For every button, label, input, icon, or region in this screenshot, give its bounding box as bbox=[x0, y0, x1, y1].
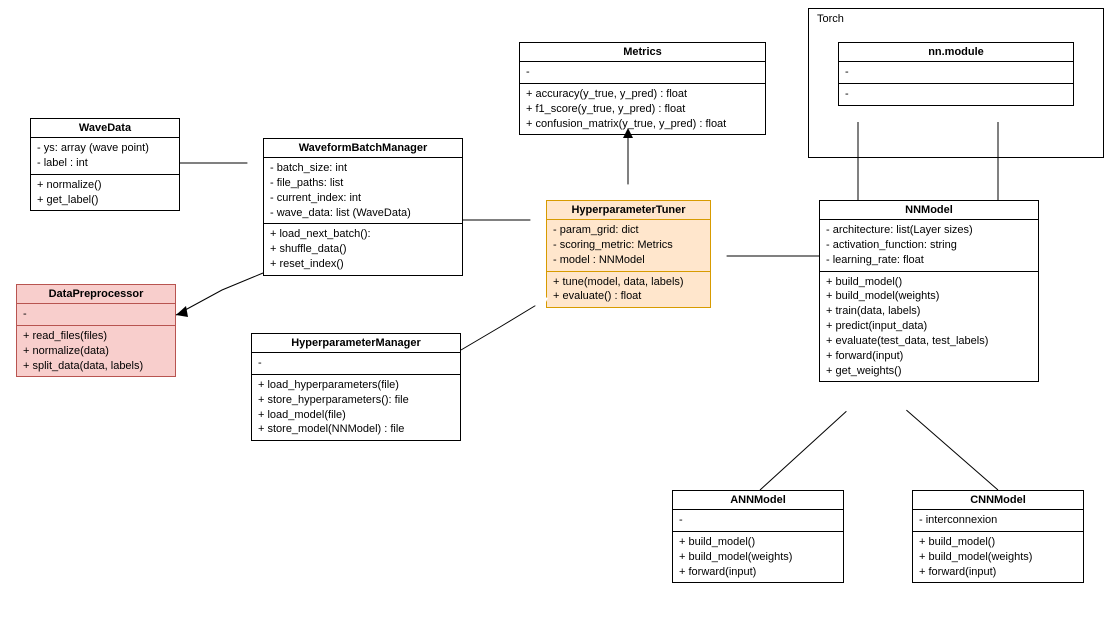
class-ops: + build_model() + build_model(weights) +… bbox=[913, 532, 1083, 583]
class-attrs: - interconnexion bbox=[913, 510, 1083, 532]
class-ops: - bbox=[839, 84, 1073, 105]
class-ops: + read_files(files) + normalize(data) + … bbox=[17, 326, 175, 377]
class-wavedata: WaveData - ys: array (wave point) - labe… bbox=[30, 118, 180, 211]
class-hyperparametermanager: HyperparameterManager - + load_hyperpara… bbox=[251, 333, 461, 441]
class-attrs: - batch_size: int - file_paths: list - c… bbox=[264, 158, 462, 224]
class-attrs: - param_grid: dict - scoring_metric: Met… bbox=[547, 220, 710, 272]
class-title: WaveData bbox=[31, 119, 179, 138]
class-ops: + normalize() + get_label() bbox=[31, 175, 179, 211]
class-ops: + load_next_batch(): + shuffle_data() + … bbox=[264, 224, 462, 275]
class-title: ANNModel bbox=[673, 491, 843, 510]
class-attrs: - bbox=[17, 304, 175, 326]
class-title: Metrics bbox=[520, 43, 765, 62]
class-nnmodel: NNModel - architecture: list(Layer sizes… bbox=[819, 200, 1039, 382]
class-attrs: - bbox=[839, 62, 1073, 84]
class-attrs: - bbox=[252, 353, 460, 375]
class-title: WaveformBatchManager bbox=[264, 139, 462, 158]
class-ops: + build_model() + build_model(weights) +… bbox=[820, 272, 1038, 382]
class-ops: + build_model() + build_model(weights) +… bbox=[673, 532, 843, 583]
package-label: Torch bbox=[817, 13, 844, 25]
class-ops: + tune(model, data, labels) + evaluate()… bbox=[547, 272, 710, 308]
class-attrs: - bbox=[673, 510, 843, 532]
class-annmodel: ANNModel - + build_model() + build_model… bbox=[672, 490, 844, 583]
class-nnmodule: nn.module - - bbox=[838, 42, 1074, 106]
class-hyperparametertuner: HyperparameterTuner - param_grid: dict -… bbox=[546, 200, 711, 308]
class-ops: + load_hyperparameters(file) + store_hyp… bbox=[252, 375, 460, 440]
package-torch-label: Torch bbox=[809, 9, 1103, 29]
class-title: HyperparameterTuner bbox=[547, 201, 710, 220]
class-metrics: Metrics - + accuracy(y_true, y_pred) : f… bbox=[519, 42, 766, 135]
class-title: NNModel bbox=[820, 201, 1038, 220]
class-cnnmodel: CNNModel - interconnexion + build_model(… bbox=[912, 490, 1084, 583]
class-ops: + accuracy(y_true, y_pred) : float + f1_… bbox=[520, 84, 765, 135]
class-title: DataPreprocessor bbox=[17, 285, 175, 304]
class-title: nn.module bbox=[839, 43, 1073, 62]
class-attrs: - architecture: list(Layer sizes) - acti… bbox=[820, 220, 1038, 272]
class-attrs: - ys: array (wave point) - label : int bbox=[31, 138, 179, 175]
class-waveformbatchmanager: WaveformBatchManager - batch_size: int -… bbox=[263, 138, 463, 276]
class-title: HyperparameterManager bbox=[252, 334, 460, 353]
class-title: CNNModel bbox=[913, 491, 1083, 510]
class-attrs: - bbox=[520, 62, 765, 84]
class-datapreprocessor: DataPreprocessor - + read_files(files) +… bbox=[16, 284, 176, 377]
